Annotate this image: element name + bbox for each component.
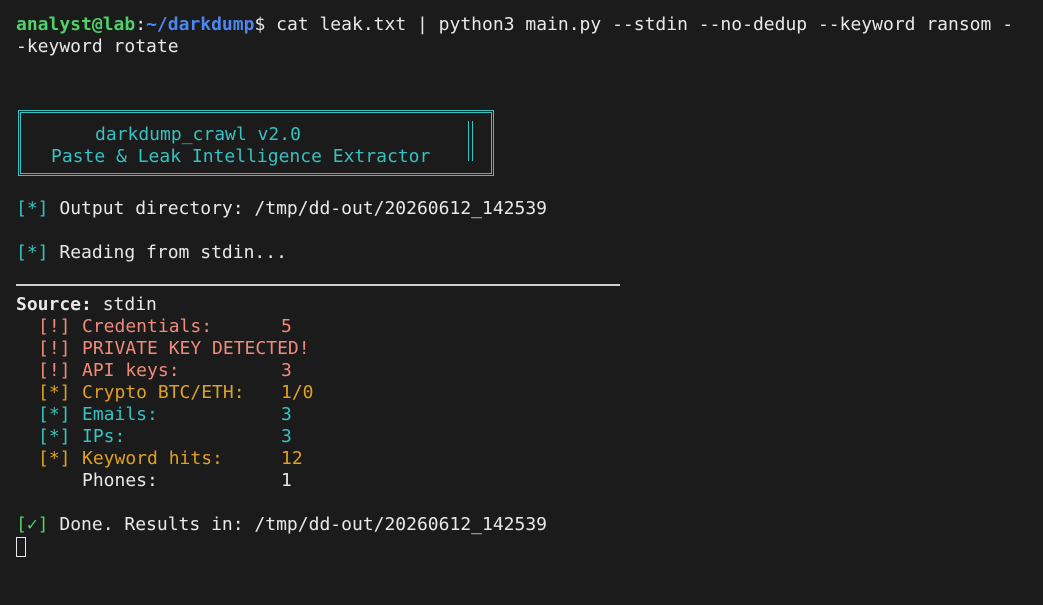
- stat-row: [*] Emails: 3: [16, 404, 1043, 426]
- info-tag: [*]: [16, 198, 49, 219]
- stat-indent: [16, 426, 38, 448]
- source-value: stdin: [91, 294, 157, 315]
- stat-row: [*] IPs: 3: [16, 426, 1043, 448]
- stat-row: [!] Credentials: 5: [16, 316, 1043, 338]
- source-line: Source: stdin: [16, 294, 1043, 316]
- stat-row: [*] Keyword hits: 12: [16, 448, 1043, 470]
- stat-value: 12: [281, 448, 303, 469]
- stat-tag: [!]: [38, 316, 71, 337]
- info-tag: [*]: [16, 242, 49, 263]
- stat-indent: [16, 470, 38, 492]
- stat-label: Credentials:: [82, 316, 213, 337]
- banner-right-bar: [468, 121, 473, 161]
- stat-indent: [16, 404, 38, 426]
- prompt-symbol: $: [254, 14, 266, 35]
- stat-label: PRIVATE KEY DETECTED!: [82, 338, 310, 359]
- check-tag: [✓]: [16, 514, 49, 535]
- stat-label: Emails:: [82, 404, 158, 425]
- command-line-2: -keyword rotate: [16, 36, 179, 57]
- input-line[interactable]: [16, 536, 1043, 558]
- done-line: [✓] Done. Results in: /tmp/dd-out/202606…: [16, 514, 1043, 536]
- terminal-window[interactable]: analyst@lab:~/darkdump$ cat leak.txt | p…: [0, 0, 1043, 605]
- stats-list: [!] Credentials: 5 [!] PRIVATE KEY DETECTED!…: [16, 316, 1043, 492]
- stat-row: [!] API keys: 3: [16, 360, 1043, 382]
- stat-indent: [16, 382, 38, 404]
- stat-tag: [*]: [38, 404, 71, 425]
- done-text: Done. Results in: /tmp/dd-out/20260612_1…: [48, 514, 548, 535]
- divider-rule: [16, 284, 620, 286]
- output-dir-line: [*] Output directory: /tmp/dd-out/202606…: [16, 198, 1043, 220]
- command-text: cat leak.txt | python3 main.py --stdin -…: [265, 14, 1014, 35]
- source-label: Source:: [16, 294, 92, 315]
- stat-indent: [16, 338, 38, 360]
- reading-text: Reading from stdin...: [48, 242, 287, 263]
- stat-value: 1: [281, 470, 292, 491]
- stat-value: 3: [281, 404, 292, 425]
- stat-value: 1/0: [281, 382, 314, 403]
- stat-indent: [16, 448, 38, 470]
- stat-tag: [*]: [38, 382, 71, 403]
- stat-row: [!] PRIVATE KEY DETECTED!: [16, 338, 1043, 360]
- stat-indent: [16, 316, 38, 338]
- banner-box: darkdump_crawl v2.0 Paste & Leak Intelli…: [18, 110, 494, 176]
- stat-value: 3: [281, 360, 292, 381]
- stat-label: Crypto BTC/ETH:: [82, 382, 245, 403]
- stat-tag: [*]: [38, 426, 71, 447]
- stat-tag: [*]: [38, 448, 71, 469]
- stat-tag: [!]: [38, 338, 71, 359]
- stat-row: [*] Crypto BTC/ETH: 1/0: [16, 382, 1043, 404]
- stat-label: IPs:: [82, 426, 126, 447]
- stat-value: 3: [281, 426, 292, 447]
- prompt-path: ~/darkdump: [146, 14, 255, 35]
- stat-indent: [16, 360, 38, 382]
- prompt-separator: :: [135, 14, 147, 35]
- command-line-1: analyst@lab:~/darkdump$ cat leak.txt | p…: [16, 14, 1043, 36]
- reading-line: [*] Reading from stdin...: [16, 242, 1043, 264]
- stat-row: Phones: 1: [16, 470, 1043, 492]
- text-cursor[interactable]: [16, 537, 26, 557]
- stat-label: API keys:: [82, 360, 180, 381]
- prompt-user-host: analyst@lab: [16, 14, 136, 35]
- banner-title: darkdump_crawl v2.0: [95, 124, 301, 145]
- banner-subtitle: Paste & Leak Intelligence Extractor: [51, 146, 431, 167]
- stat-label: Phones:: [82, 470, 158, 491]
- stat-tag: [!]: [38, 360, 71, 381]
- stat-value: 5: [281, 316, 292, 337]
- stat-tag: [38, 470, 82, 492]
- stat-label: Keyword hits:: [82, 448, 223, 469]
- output-dir-text: Output directory: /tmp/dd-out/20260612_1…: [48, 198, 548, 219]
